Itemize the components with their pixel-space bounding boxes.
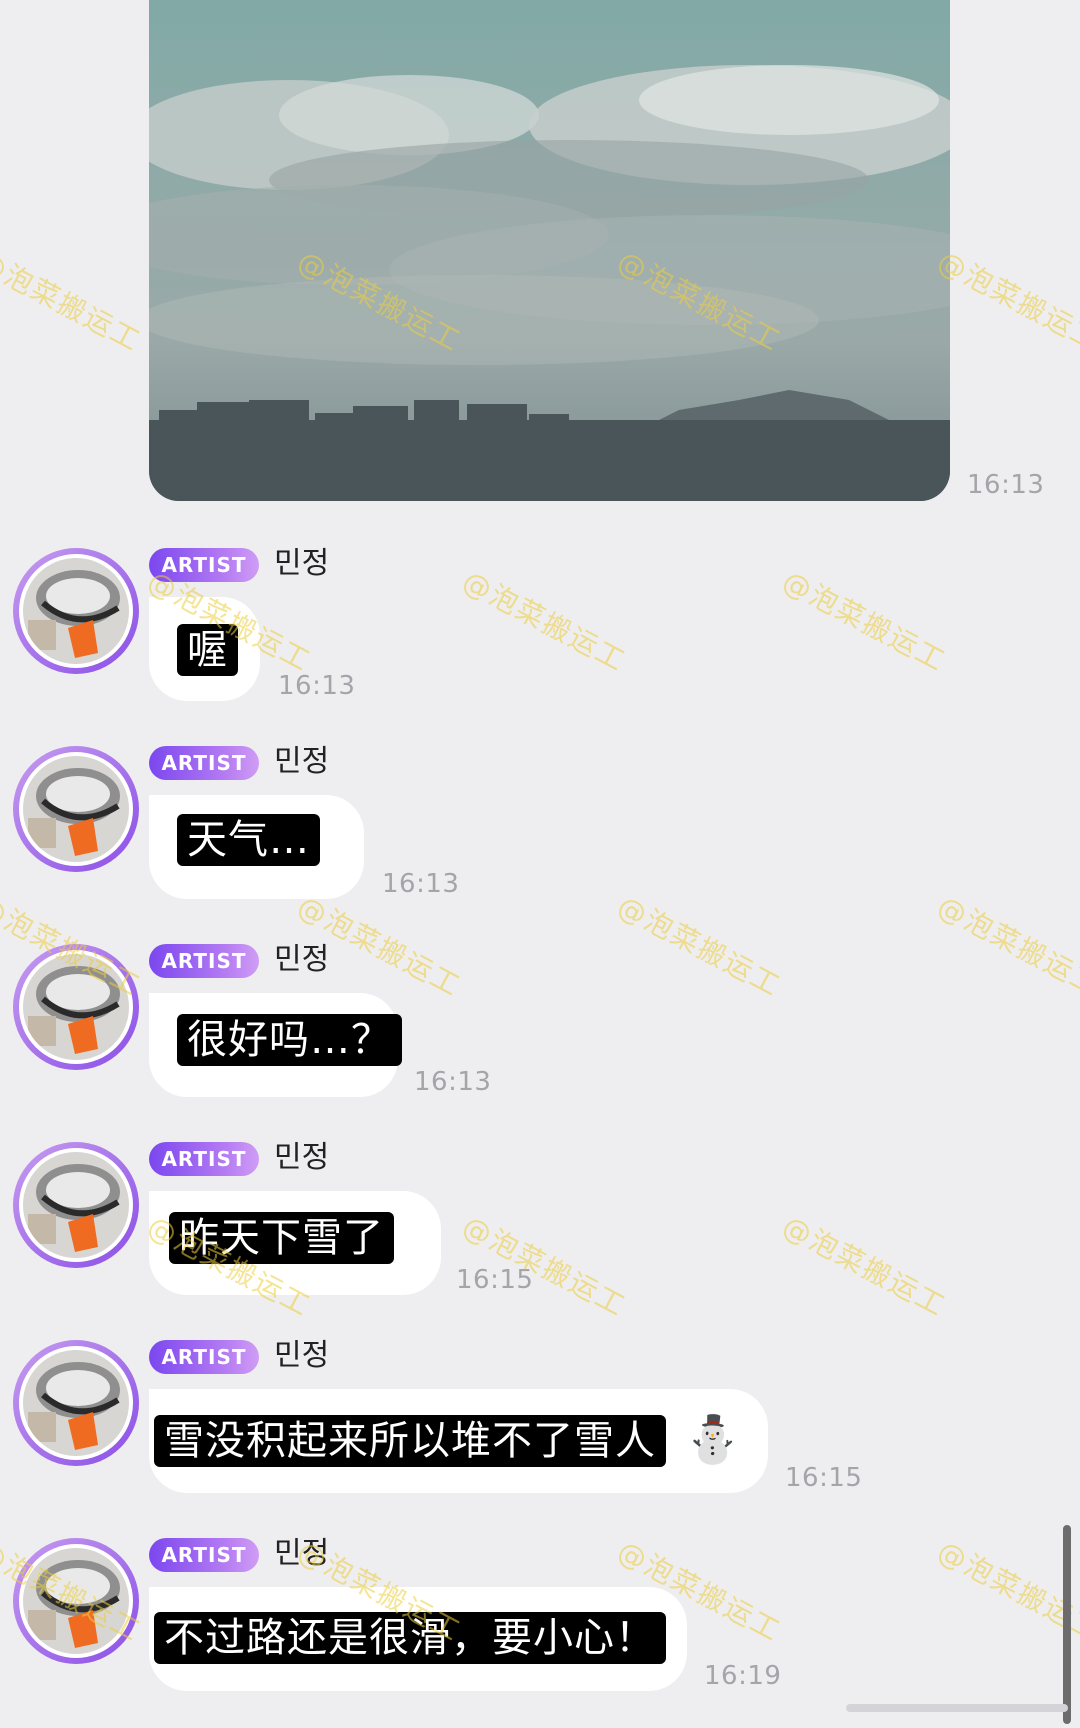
sender-name: 민정 xyxy=(274,546,330,581)
avatar[interactable] xyxy=(13,548,139,674)
sender-name: 민정 xyxy=(274,942,330,977)
message-timestamp: 16:13 xyxy=(278,671,356,701)
message-timestamp: 16:15 xyxy=(456,1265,534,1295)
sky-photo xyxy=(149,0,950,501)
avatar[interactable] xyxy=(13,1538,139,1664)
avatar-photo xyxy=(23,1152,129,1258)
message-text: 昨天下雪了 xyxy=(169,1212,394,1264)
message-bubble[interactable]: 很好吗…？ xyxy=(149,993,402,1097)
watermark: @泡菜搬运工 xyxy=(932,244,1080,359)
artist-badge: ARTIST xyxy=(149,1340,259,1374)
message-text: 天气… xyxy=(177,814,320,866)
sender-name: 민정 xyxy=(274,1536,330,1571)
artist-badge: ARTIST xyxy=(149,548,259,582)
scrollbar[interactable] xyxy=(1063,1525,1071,1724)
message-row: ARTIST 민정 昨天下雪了 16:15 xyxy=(0,1140,1080,1332)
message-bubble[interactable]: 不过路还是很滑，要小心！ xyxy=(149,1587,687,1691)
message-row: ARTIST 민정 很好吗…？ 16:13 xyxy=(0,942,1080,1134)
avatar-photo xyxy=(23,1548,129,1654)
message-row: ARTIST 민정 不过路还是很滑，要小心！ 16:19 xyxy=(0,1536,1080,1728)
message-row: ARTIST 민정 雪没积起来所以堆不了雪人 ⛄ 16:15 xyxy=(0,1338,1080,1530)
message-bubble[interactable]: 雪没积起来所以堆不了雪人 ⛄ xyxy=(149,1389,768,1493)
avatar[interactable] xyxy=(13,746,139,872)
message-text: 很好吗…？ xyxy=(177,1014,402,1066)
sky-photo-message[interactable] xyxy=(149,0,950,501)
artist-badge: ARTIST xyxy=(149,746,259,780)
message-row: ARTIST 민정 喔 16:13 xyxy=(0,546,1080,738)
avatar[interactable] xyxy=(13,1142,139,1268)
message-timestamp: 16:13 xyxy=(382,869,460,899)
message-timestamp: 16:15 xyxy=(785,1463,863,1493)
message-bubble[interactable]: 昨天下雪了 xyxy=(149,1191,441,1295)
artist-badge: ARTIST xyxy=(149,1538,259,1572)
avatar[interactable] xyxy=(13,944,139,1070)
message-text: 雪没积起来所以堆不了雪人 xyxy=(154,1415,666,1467)
watermark: @泡菜搬运工 xyxy=(0,244,147,359)
avatar-photo xyxy=(23,756,129,862)
image-timestamp: 16:13 xyxy=(967,470,1045,500)
home-indicator xyxy=(846,1704,1068,1712)
avatar[interactable] xyxy=(13,1340,139,1466)
message-text: 喔 xyxy=(177,624,238,676)
message-timestamp: 16:19 xyxy=(704,1661,782,1691)
sender-name: 민정 xyxy=(274,1338,330,1373)
message-bubble[interactable]: 喔 xyxy=(149,597,260,701)
artist-badge: ARTIST xyxy=(149,1142,259,1176)
avatar-photo xyxy=(23,954,129,1060)
message-row: ARTIST 민정 天气… 16:13 xyxy=(0,744,1080,936)
snowman-emoji: ⛄ xyxy=(684,1412,742,1466)
message-timestamp: 16:13 xyxy=(414,1067,492,1097)
message-text: 不过路还是很滑，要小心！ xyxy=(154,1612,666,1664)
sender-name: 민정 xyxy=(274,1140,330,1175)
avatar-photo xyxy=(23,1350,129,1456)
message-bubble[interactable]: 天气… xyxy=(149,795,364,899)
avatar-photo xyxy=(23,558,129,664)
sender-name: 민정 xyxy=(274,744,330,779)
artist-badge: ARTIST xyxy=(149,944,259,978)
